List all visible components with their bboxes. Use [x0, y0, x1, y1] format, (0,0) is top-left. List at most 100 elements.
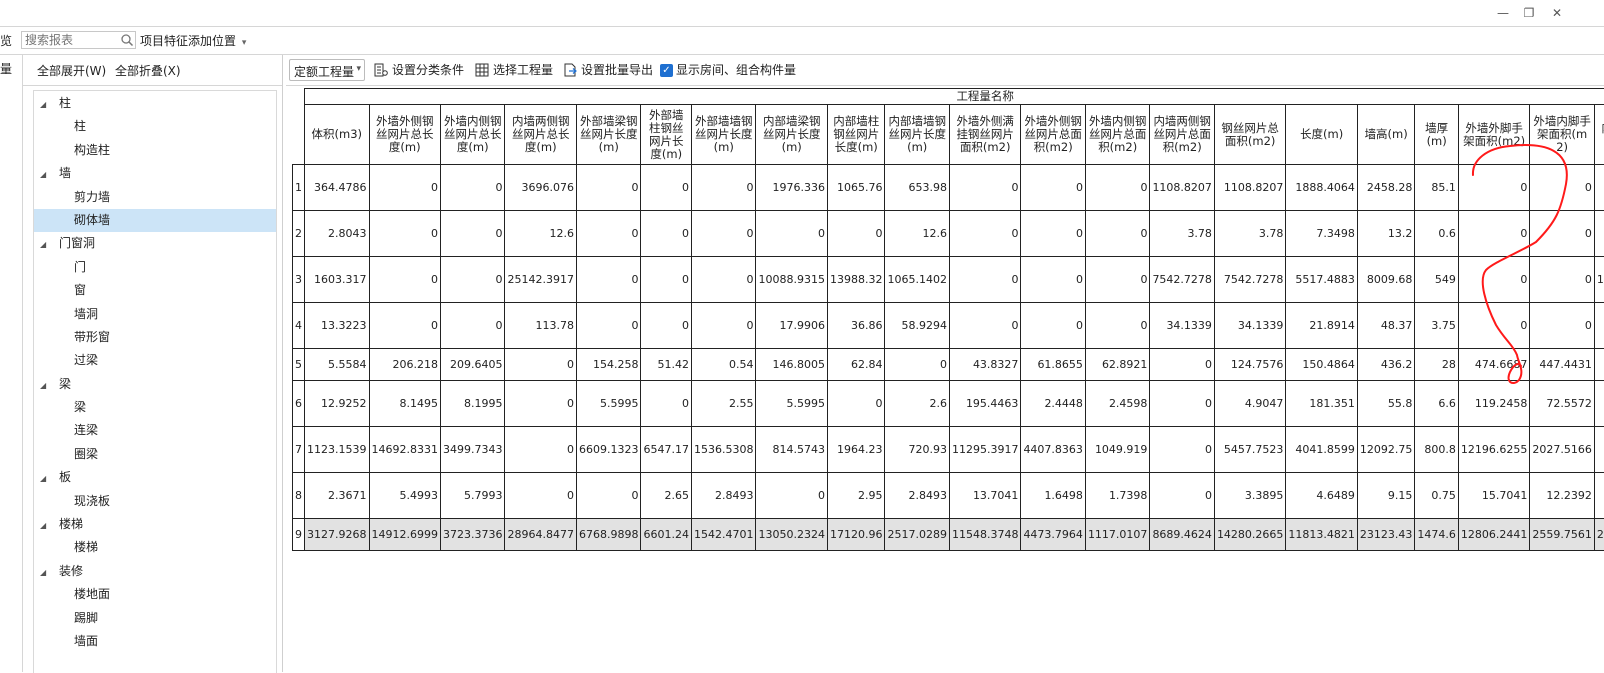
table-cell[interactable]: 1536.5308 — [691, 427, 756, 473]
tree-item[interactable]: 楼地面 — [34, 583, 276, 606]
table-cell[interactable]: 549 — [1415, 257, 1459, 303]
table-cell[interactable]: 124.7576 — [1214, 349, 1285, 381]
tree-item[interactable]: 梁 — [34, 396, 276, 419]
expand-arrow-icon[interactable]: ◢ — [40, 374, 50, 397]
table-cell[interactable]: 3.75 — [1415, 303, 1459, 349]
table-cell[interactable]: 0 — [1085, 257, 1150, 303]
table-cell[interactable]: 12.6 — [505, 211, 576, 257]
expand-arrow-icon[interactable]: ◢ — [40, 233, 50, 256]
table-cell[interactable]: 4.6489 — [1286, 473, 1357, 519]
column-header[interactable]: 内部墙柱钢丝网片长度(m) — [827, 105, 885, 165]
table-cell[interactable]: 0 — [1458, 165, 1529, 211]
table-cell[interactable]: 154.258 — [576, 349, 641, 381]
expand-arrow-icon[interactable]: ◢ — [40, 514, 50, 537]
table-cell[interactable]: 25142.3917 — [505, 257, 576, 303]
table-cell[interactable]: 0 — [641, 381, 692, 427]
table-cell[interactable]: 0 — [641, 303, 692, 349]
tree-item[interactable]: 现浇板 — [34, 490, 276, 513]
table-row[interactable]: 82.36715.49935.7993002.652.849302.952.84… — [293, 473, 1604, 519]
tree-item[interactable]: 圈梁 — [34, 443, 276, 466]
table-cell[interactable]: 0 — [1085, 303, 1150, 349]
table-cell[interactable]: 5.4993 — [369, 473, 440, 519]
table-cell[interactable]: 0 — [369, 257, 440, 303]
column-header[interactable]: 钢丝网片总面积(m2) — [1214, 105, 1285, 165]
expand-arrow-icon[interactable]: ◢ — [40, 93, 50, 116]
table-cell[interactable]: 36.86 — [827, 303, 885, 349]
table-cell[interactable]: 119.2458 — [1458, 381, 1529, 427]
table-cell[interactable]: 181.351 — [1286, 381, 1357, 427]
table-cell[interactable]: 0 — [949, 165, 1020, 211]
tree-item[interactable]: 墙洞 — [34, 303, 276, 326]
tree-item[interactable]: 带形窗 — [34, 326, 276, 349]
tree-category[interactable]: ◢装修 — [34, 560, 276, 583]
table-cell[interactable]: 0 — [505, 349, 576, 381]
table-cell[interactable]: 0 — [641, 257, 692, 303]
table-cell[interactable]: 0 — [576, 257, 641, 303]
table-cell[interactable]: 61.8655 — [1021, 349, 1086, 381]
table-cell[interactable]: 1123.1539 — [305, 427, 370, 473]
table-cell[interactable]: 1.6498 — [1021, 473, 1086, 519]
table-cell[interactable]: 0 — [1530, 257, 1595, 303]
table-cell[interactable]: 0 — [505, 427, 576, 473]
table-cell[interactable]: 9.15 — [1357, 473, 1415, 519]
column-header[interactable]: 墙高(m) — [1357, 105, 1415, 165]
table-cell[interactable]: 62.84 — [827, 349, 885, 381]
table-cell[interactable]: 0 — [691, 303, 756, 349]
table-cell[interactable]: 0 — [691, 257, 756, 303]
table-cell[interactable]: 0 — [369, 303, 440, 349]
table-cell[interactable]: 5.7993 — [440, 473, 505, 519]
table-cell[interactable]: 8.1495 — [369, 381, 440, 427]
collapse-all-button[interactable]: 全部折叠(X) — [115, 62, 181, 79]
tree-category[interactable]: ◢门窗洞 — [34, 232, 276, 255]
quantity-type-select[interactable]: 定额工程量 ▾ — [289, 59, 365, 81]
table-cell[interactable]: 14280.2665 — [1214, 519, 1285, 551]
table-cell[interactable]: 2.8043 — [305, 211, 370, 257]
column-header[interactable]: 外墙内脚手架面积(m2) — [1530, 105, 1595, 165]
table-row[interactable]: 93127.926814912.69993723.373628964.84776… — [293, 519, 1604, 551]
table-cell[interactable]: 1108.8207 — [1214, 165, 1285, 211]
table-cell[interactable]: 0 — [1085, 165, 1150, 211]
tree-item[interactable]: 柱 — [34, 115, 276, 138]
table-cell[interactable]: 653.98 — [885, 165, 950, 211]
table-row[interactable]: 1364.4786003696.0760001976.3361065.76653… — [293, 165, 1604, 211]
tree-item[interactable]: 构造柱 — [34, 139, 276, 162]
table-cell[interactable]: 3.3895 — [1214, 473, 1285, 519]
table-cell[interactable]: 4041.8599 — [1286, 427, 1357, 473]
table-cell[interactable]: 23123.43 — [1357, 519, 1415, 551]
table-cell[interactable]: 2.3671 — [305, 473, 370, 519]
table-cell[interactable]: 3.78 — [1214, 211, 1285, 257]
tree-item[interactable]: 墙面 — [34, 630, 276, 653]
column-header[interactable]: 长度(m) — [1286, 105, 1357, 165]
table-cell[interactable]: 11813.4821 — [1286, 519, 1357, 551]
tree-item[interactable]: 过梁 — [34, 349, 276, 372]
expand-arrow-icon[interactable]: ◢ — [40, 163, 50, 186]
table-cell[interactable]: 2.65 — [641, 473, 692, 519]
table-cell[interactable]: 2517.0289 — [885, 519, 950, 551]
table-cell[interactable]: 0.54 — [691, 349, 756, 381]
set-batch-export-button[interactable]: 设置批量导出 — [563, 60, 653, 80]
table-cell[interactable]: 7.3498 — [1286, 211, 1357, 257]
table-cell[interactable]: 0 — [1150, 349, 1215, 381]
expand-arrow-icon[interactable]: ◢ — [40, 467, 50, 490]
table-cell[interactable]: 1976.336 — [756, 165, 827, 211]
table-cell[interactable]: 28 — [1415, 349, 1459, 381]
table-cell[interactable]: 0 — [1594, 473, 1604, 519]
table-cell[interactable]: 85.1 — [1415, 165, 1459, 211]
table-cell[interactable]: 0 — [369, 165, 440, 211]
table-row[interactable]: 55.5584206.218209.64050154.25851.420.541… — [293, 349, 1604, 381]
table-cell[interactable]: 0 — [1150, 381, 1215, 427]
table-cell[interactable]: 0 — [505, 473, 576, 519]
table-cell[interactable]: 0 — [1594, 381, 1604, 427]
table-cell[interactable]: 4407.8363 — [1021, 427, 1086, 473]
table-cell[interactable]: 0 — [641, 165, 692, 211]
table-cell[interactable]: 2.4448 — [1021, 381, 1086, 427]
table-cell[interactable]: 1117.0107 — [1085, 519, 1150, 551]
table-cell[interactable]: 34.1339 — [1150, 303, 1215, 349]
table-cell[interactable]: 8689.4624 — [1150, 519, 1215, 551]
table-cell[interactable]: 12.6 — [885, 211, 950, 257]
table-cell[interactable]: 0 — [949, 211, 1020, 257]
table-cell[interactable]: 814.5743 — [756, 427, 827, 473]
table-row[interactable]: 612.92528.14958.199505.599502.555.599502… — [293, 381, 1604, 427]
table-cell[interactable]: 6.6 — [1415, 381, 1459, 427]
restore-icon[interactable]: ❐ — [1522, 6, 1536, 20]
